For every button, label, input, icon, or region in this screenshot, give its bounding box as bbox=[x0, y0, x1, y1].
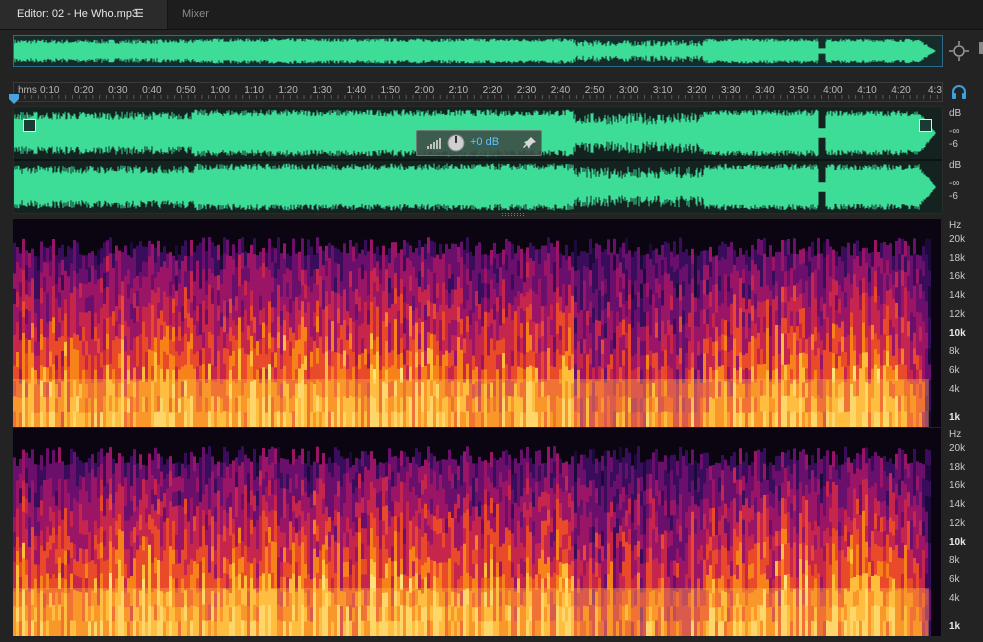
db-tick-label: -∞ bbox=[949, 126, 960, 137]
spectrogram-graphic bbox=[13, 428, 941, 636]
time-ruler[interactable]: hms 0:10 0:20 0:30 0:40 0:50 1:00 1:10 1:20 1:30 1… bbox=[13, 82, 943, 102]
hz-tick-label: 10k bbox=[949, 327, 966, 339]
hz-tick-label: 4k bbox=[949, 592, 960, 604]
hz-tick-label: 20k bbox=[949, 443, 966, 454]
overview-waveform-graphic bbox=[14, 38, 936, 64]
spectrogram-left-channel[interactable] bbox=[13, 219, 941, 427]
hud-volume-value[interactable]: +0 dB bbox=[470, 136, 499, 148]
panel-menu-icon[interactable]: ☰ bbox=[134, 0, 144, 29]
db-unit-label: dB bbox=[949, 160, 962, 171]
waveform-display[interactable] bbox=[13, 106, 943, 214]
hz-tick-label: 14k bbox=[949, 499, 966, 511]
hz-tick-label: 1k bbox=[949, 621, 961, 632]
overview-scroll-edge[interactable] bbox=[979, 42, 983, 54]
hud-volume-control[interactable]: +0 dB bbox=[416, 130, 542, 156]
fade-in-handle[interactable] bbox=[23, 119, 36, 132]
waveform-path bbox=[14, 38, 936, 64]
hz-tick-label: 4k bbox=[949, 383, 960, 395]
hz-tick-label: 1k bbox=[949, 412, 961, 423]
tab-mixer-label: Mixer bbox=[182, 8, 209, 20]
hz-unit-label: Hz bbox=[949, 220, 962, 231]
tab-bar: Editor: 02 - He Who.mp3 ☰ Mixer bbox=[0, 0, 983, 30]
db-tick-label: -6 bbox=[949, 191, 958, 202]
hz-tick-label: 6k bbox=[949, 573, 960, 585]
spectrogram-right-channel[interactable] bbox=[13, 428, 941, 636]
tab-editor-label: Editor: 02 - He Who.mp3 bbox=[17, 8, 139, 20]
fade-out-handle[interactable] bbox=[919, 119, 932, 132]
tab-mixer[interactable]: Mixer bbox=[165, 0, 209, 29]
hz-tick-label: 14k bbox=[949, 290, 966, 302]
zoom-to-selection-icon[interactable] bbox=[948, 40, 970, 62]
hz-tick-label: 6k bbox=[949, 364, 960, 376]
time-ruler-ticks bbox=[17, 95, 938, 99]
level-bars-icon bbox=[427, 138, 441, 149]
pin-icon[interactable] bbox=[523, 136, 537, 150]
hz-tick-label: 16k bbox=[949, 480, 966, 492]
hz-tick-label: 20k bbox=[949, 234, 966, 245]
frequency-scale-left-channel: Hz 20k 18k 16k 14k 12k 10k 8k 6k 4k 1k bbox=[943, 220, 983, 428]
volume-knob-icon[interactable] bbox=[447, 134, 465, 152]
hz-tick-label: 12k bbox=[949, 517, 966, 529]
hz-tick-label: 8k bbox=[949, 346, 960, 358]
waveform-path bbox=[14, 163, 936, 211]
hz-unit-label: Hz bbox=[949, 429, 962, 440]
tab-editor[interactable]: Editor: 02 - He Who.mp3 ☰ bbox=[0, 0, 168, 29]
spectrogram-graphic bbox=[13, 219, 941, 427]
hz-tick-label: 16k bbox=[949, 271, 966, 283]
hz-tick-label: 18k bbox=[949, 252, 966, 264]
db-tick-label: -∞ bbox=[949, 178, 960, 189]
channel-separator bbox=[14, 159, 942, 161]
hz-tick-label: 10k bbox=[949, 536, 966, 548]
frequency-scale-right-channel: Hz 20k 18k 16k 14k 12k 10k 8k 6k 4k 1k bbox=[943, 429, 983, 637]
overview-waveform[interactable] bbox=[13, 35, 943, 67]
playhead-marker-icon[interactable] bbox=[9, 94, 19, 104]
hz-tick-label: 8k bbox=[949, 555, 960, 567]
headphones-icon[interactable] bbox=[951, 84, 967, 100]
db-unit-label: dB bbox=[949, 108, 962, 119]
db-tick-label: -6 bbox=[949, 139, 958, 150]
hz-tick-label: 12k bbox=[949, 308, 966, 320]
hz-tick-label: 18k bbox=[949, 461, 966, 473]
panel-divider-grip[interactable] bbox=[502, 213, 526, 216]
